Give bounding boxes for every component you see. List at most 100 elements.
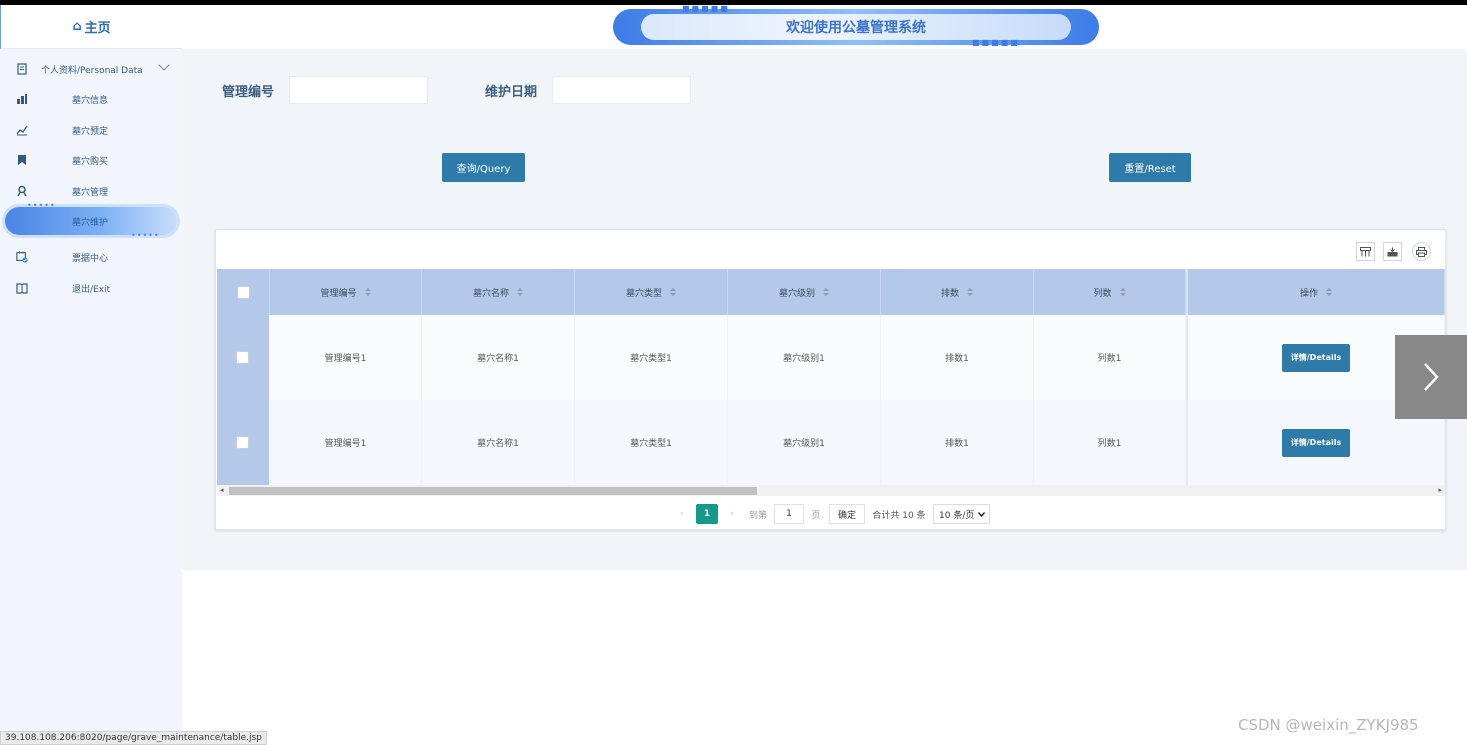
scroll-right-icon[interactable]: ▸ bbox=[1438, 486, 1442, 494]
sidebar-item-label: 墓穴信息 bbox=[72, 95, 109, 106]
col-header-manage-no[interactable]: 管理编号 bbox=[270, 269, 422, 315]
sidebar-item-grave-info[interactable]: 墓穴信息 bbox=[0, 86, 182, 112]
details-button[interactable]: 详情/Details bbox=[1282, 343, 1350, 372]
sidebar-item-label: 票据中心 bbox=[72, 253, 109, 264]
home-icon: ⌂ bbox=[72, 19, 82, 34]
bar-chart-icon bbox=[16, 93, 28, 105]
maintain-date-label: 维护日期 bbox=[485, 85, 538, 100]
decor-dots: ••••• bbox=[27, 201, 56, 210]
sort-icon[interactable] bbox=[1119, 287, 1126, 297]
col-header-cols[interactable]: 列数 bbox=[1034, 269, 1186, 315]
goto-label: 到第 bbox=[748, 510, 767, 521]
row-select-cell bbox=[217, 315, 269, 400]
decor-dots: ••••• bbox=[131, 231, 160, 240]
chevron-down-icon[interactable] bbox=[158, 59, 170, 71]
page-title: 欢迎使用公墓管理系统 bbox=[641, 14, 1071, 40]
cell-grave-name: 墓穴名称1 bbox=[422, 400, 575, 485]
sort-icon[interactable] bbox=[967, 287, 973, 297]
scroll-left-icon[interactable]: ◂ bbox=[220, 486, 224, 494]
sidebar-item-label: 墓穴维护 bbox=[72, 218, 109, 228]
export-icon[interactable] bbox=[1383, 242, 1402, 261]
book-icon bbox=[16, 282, 28, 294]
sidebar-item-personal-data[interactable]: 个人资料/Personal Data bbox=[0, 56, 182, 82]
reset-button[interactable]: 重置/Reset bbox=[1109, 153, 1191, 182]
sidebar-item-exit[interactable]: 退出/Exit bbox=[0, 275, 182, 301]
column-label: 排数 bbox=[940, 288, 959, 299]
calendar-check-icon bbox=[16, 251, 28, 263]
manage-no-input[interactable] bbox=[289, 76, 428, 104]
sidebar: ⌂ 主页 个人资料/Personal Data 墓穴信息 墓穴预定 墓穴购买 墓… bbox=[0, 5, 182, 745]
col-header-grave-name[interactable]: 墓穴名称 bbox=[422, 269, 575, 315]
column-label: 操作 bbox=[1299, 288, 1318, 299]
col-header-rows[interactable]: 排数 bbox=[881, 269, 1034, 315]
home-link[interactable]: ⌂ 主页 bbox=[0, 5, 182, 49]
row-checkbox[interactable] bbox=[236, 351, 249, 364]
user-badge-icon bbox=[16, 185, 28, 197]
status-url: 39.108.108.206:8020/page/grave_maintenan… bbox=[0, 731, 267, 745]
row-checkbox[interactable] bbox=[236, 436, 249, 449]
sidebar-item-grave-maintenance[interactable]: ••••• 墓穴维护 ••••• bbox=[5, 202, 177, 240]
col-header-actions[interactable]: 操作 bbox=[1186, 269, 1445, 315]
query-button[interactable]: 查询/Query bbox=[442, 153, 525, 182]
sidebar-item-label: 墓穴管理 bbox=[72, 187, 109, 198]
cell-rows: 排数1 bbox=[881, 315, 1034, 400]
decor-dots: ■■■■■ bbox=[682, 4, 730, 13]
page-size-select[interactable]: 10 条/页 bbox=[933, 504, 990, 524]
table-header: 管理编号 墓穴名称 墓穴类型 墓穴级别 排数 列数 操作 bbox=[217, 269, 1445, 315]
sort-icon[interactable] bbox=[364, 287, 371, 297]
cell-manage-no: 管理编号1 bbox=[270, 400, 422, 485]
goto-confirm-button[interactable]: 确定 bbox=[829, 504, 865, 524]
sort-icon[interactable] bbox=[517, 287, 523, 297]
page-size-value: 10 条/页 bbox=[939, 510, 975, 521]
decor-dots: ■■■■■ bbox=[972, 38, 1020, 47]
table-row[interactable]: 管理编号1 墓穴名称1 墓穴类型1 墓穴级别1 排数1 列数1 详情/Detai… bbox=[217, 400, 1445, 485]
watermark: CSDN @weixin_ZYKJ985 bbox=[1238, 716, 1419, 734]
cell-manage-no: 管理编号1 bbox=[270, 315, 422, 400]
columns-icon[interactable] bbox=[1356, 242, 1375, 261]
row-select-cell bbox=[217, 400, 269, 485]
cell-grave-type: 墓穴类型1 bbox=[575, 400, 728, 485]
print-icon[interactable] bbox=[1412, 242, 1431, 261]
goto-page-input[interactable]: 1 bbox=[774, 504, 804, 524]
cell-cols: 列数1 bbox=[1034, 400, 1186, 485]
page-unit-label: 页 bbox=[811, 510, 821, 521]
prev-page-icon[interactable]: ‹ bbox=[676, 504, 688, 524]
cell-rows: 排数1 bbox=[881, 400, 1034, 485]
sort-icon[interactable] bbox=[823, 287, 829, 297]
bookmark-icon bbox=[16, 154, 28, 166]
column-label: 列数 bbox=[1093, 288, 1112, 299]
header: ■■■■■ 欢迎使用公墓管理系统 ■■■■■ bbox=[182, 5, 1467, 49]
maintain-date-input[interactable] bbox=[552, 76, 691, 104]
next-page-icon[interactable]: › bbox=[726, 504, 738, 524]
details-button[interactable]: 详情/Details bbox=[1282, 428, 1350, 457]
chevron-down-icon bbox=[978, 511, 985, 517]
cell-cols: 列数1 bbox=[1034, 315, 1186, 400]
table-panel: 管理编号 墓穴名称 墓穴类型 墓穴级别 排数 列数 操作 管理编号1 墓穴名称1… bbox=[215, 229, 1446, 530]
chevron-right-icon[interactable] bbox=[1395, 335, 1467, 419]
column-label: 墓穴名称 bbox=[472, 288, 509, 299]
col-header-grave-type[interactable]: 墓穴类型 bbox=[575, 269, 728, 315]
column-label: 墓穴类型 bbox=[625, 288, 662, 299]
select-all-cell bbox=[217, 269, 270, 315]
sort-icon[interactable] bbox=[1326, 287, 1332, 297]
cell-grave-level: 墓穴级别1 bbox=[728, 315, 881, 400]
pagination: ‹ 1 › 到第 1 页 确定 合计共 10 条 10 条/页 bbox=[216, 500, 1445, 530]
table-row[interactable]: 管理编号1 墓穴名称1 墓穴类型1 墓穴级别1 排数1 列数1 详情/Detai… bbox=[217, 315, 1445, 400]
sidebar-item-grave-purchase[interactable]: 墓穴购买 bbox=[0, 147, 182, 173]
sidebar-item-grave-reserve[interactable]: 墓穴预定 bbox=[0, 117, 182, 143]
col-header-grave-level[interactable]: 墓穴级别 bbox=[728, 269, 881, 315]
scrollbar-thumb[interactable] bbox=[229, 487, 757, 495]
cell-grave-name: 墓穴名称1 bbox=[422, 315, 575, 400]
horizontal-scrollbar[interactable]: ◂ ▸ bbox=[217, 485, 1445, 496]
manage-no-label: 管理编号 bbox=[222, 85, 275, 100]
sort-icon[interactable] bbox=[670, 287, 676, 297]
sidebar-item-receipt-center[interactable]: 票据中心 bbox=[0, 244, 182, 270]
sidebar-item-label: 个人资料/Personal Data bbox=[41, 65, 143, 76]
sidebar-item-label: 墓穴预定 bbox=[72, 126, 109, 137]
page-current[interactable]: 1 bbox=[696, 504, 718, 524]
select-all-checkbox[interactable] bbox=[236, 285, 250, 299]
main-content: 管理编号 维护日期 查询/Query 重置/Reset 管理编号 墓穴名称 墓穴… bbox=[182, 49, 1467, 570]
cell-grave-type: 墓穴类型1 bbox=[575, 315, 728, 400]
document-icon bbox=[16, 63, 28, 75]
cell-grave-level: 墓穴级别1 bbox=[728, 400, 881, 485]
